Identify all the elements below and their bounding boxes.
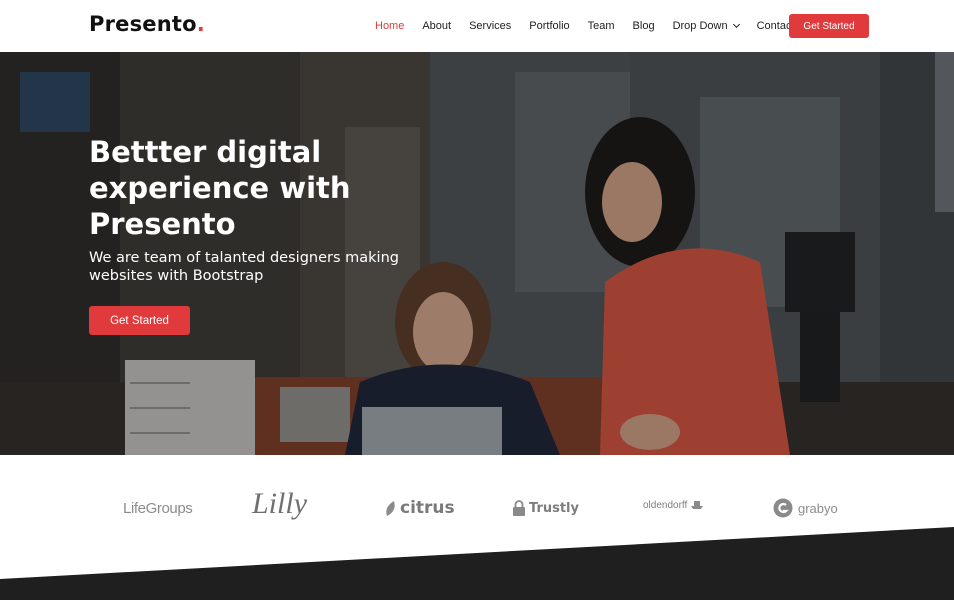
- nav-dropdown-label: Drop Down: [672, 20, 728, 32]
- client-logo-citrus: citrus: [384, 495, 455, 521]
- site-logo[interactable]: Presento.: [89, 12, 205, 36]
- client-logo-trustly: Trustly: [512, 495, 579, 521]
- hero-subtitle: We are team of talanted designers making…: [89, 250, 399, 284]
- client-logo-lifegroups: LifeGroups: [123, 495, 193, 521]
- site-header: Presento. Home About Services Portfolio …: [0, 0, 954, 52]
- client-logo-text: Lilly: [252, 487, 308, 520]
- hero-get-started-button[interactable]: Get Started: [89, 306, 190, 335]
- logo-dot: .: [196, 12, 205, 36]
- logo-text: Presento: [89, 12, 197, 36]
- clients-section: LifeGroups Lilly citrus Trustly oldendor…: [0, 455, 954, 600]
- citrus-leaf-icon: [386, 501, 395, 516]
- nav-blog[interactable]: Blog: [633, 20, 655, 32]
- grabyo-mark-icon: [773, 498, 793, 518]
- lock-icon: [513, 500, 525, 516]
- chevron-down-icon: [732, 20, 740, 29]
- main-nav: Home About Services Portfolio Team Blog …: [375, 0, 813, 52]
- hero-title: Bettter digital experience with Presento: [89, 135, 351, 241]
- nav-services[interactable]: Services: [469, 20, 511, 32]
- client-logo-lilly: Lilly: [252, 487, 307, 520]
- client-logo-oldendorff: oldendorff: [643, 492, 704, 518]
- nav-team[interactable]: Team: [588, 20, 615, 32]
- client-logo-text: LifeGroups: [123, 499, 193, 517]
- client-logo-grabyo: grabyo: [773, 495, 838, 521]
- nav-about[interactable]: About: [422, 20, 451, 32]
- dark-section-divider: [0, 527, 954, 600]
- client-logo-text: Trustly: [529, 500, 579, 516]
- nav-dropdown[interactable]: Drop Down: [672, 20, 740, 32]
- nav-portfolio[interactable]: Portfolio: [529, 20, 569, 32]
- client-logo-text: citrus: [400, 498, 455, 518]
- client-logo-text: oldendorff: [643, 499, 688, 511]
- client-logo-text: grabyo: [798, 500, 838, 516]
- hero-section: Bettter digital experience with Presento…: [0, 52, 954, 455]
- header-get-started-button[interactable]: Get Started: [789, 14, 869, 38]
- ship-icon: [691, 501, 704, 509]
- nav-home[interactable]: Home: [375, 20, 404, 32]
